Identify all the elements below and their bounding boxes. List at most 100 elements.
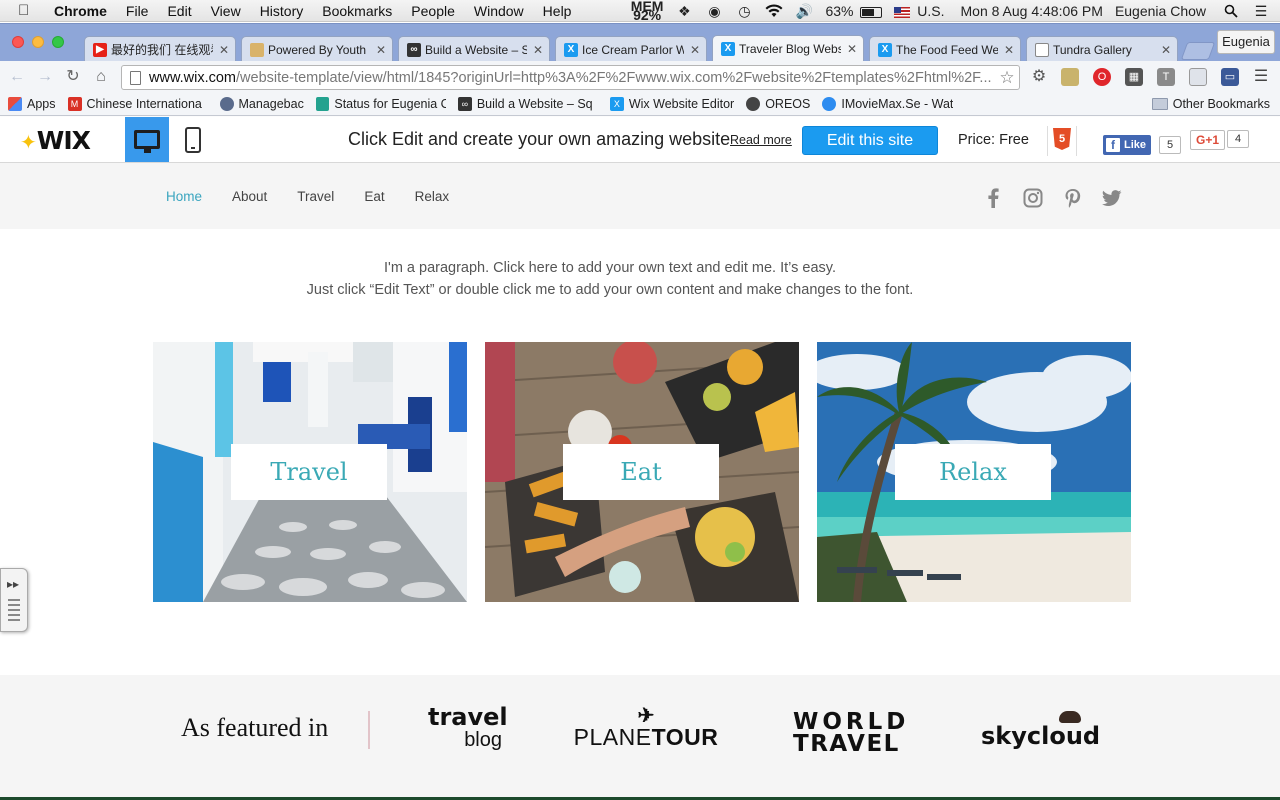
side-panel-handle[interactable]: ▸▸: [0, 568, 28, 632]
menu-people[interactable]: People: [411, 3, 455, 19]
other-bookmarks[interactable]: Other Bookmarks: [1151, 97, 1270, 111]
card-eat[interactable]: Eat: [485, 342, 799, 602]
edit-this-site-button[interactable]: Edit this site: [802, 126, 938, 155]
card-label-eat[interactable]: Eat: [563, 444, 719, 500]
menu-help[interactable]: Help: [543, 3, 572, 19]
menu-window[interactable]: Window: [474, 3, 524, 19]
volume-icon[interactable]: 🔊: [795, 4, 813, 18]
site-body: I'm a paragraph. Click here to add your …: [0, 229, 1280, 675]
us-flag-icon: [894, 6, 911, 18]
nav-about[interactable]: About: [232, 189, 267, 204]
turtle-icon[interactable]: ◉: [705, 4, 723, 18]
menu-bookmarks[interactable]: Bookmarks: [322, 3, 392, 19]
browser-tab[interactable]: Powered By Youth F ✕: [241, 36, 393, 62]
tab-close-icon[interactable]: ✕: [533, 43, 543, 57]
home-icon[interactable]: ⌂: [90, 66, 112, 88]
instagram-icon[interactable]: [1022, 187, 1044, 209]
desktop-view-button[interactable]: [125, 117, 169, 162]
new-tab-button[interactable]: [1180, 42, 1216, 60]
brand-skycloud-logo: skycloud: [981, 711, 1100, 749]
address-bar[interactable]: www.wix.com/website-template/view/html/1…: [121, 65, 1020, 90]
tab-close-icon[interactable]: ✕: [1004, 43, 1014, 57]
nav-eat[interactable]: Eat: [364, 189, 384, 204]
google-plus-button[interactable]: G+1: [1190, 130, 1226, 150]
tab-title: Powered By Youth F: [268, 42, 370, 57]
extension-icon[interactable]: [1061, 68, 1079, 86]
twitter-icon[interactable]: [1101, 187, 1123, 209]
facebook-icon[interactable]: [982, 187, 1004, 209]
window-close-button[interactable]: [12, 36, 24, 48]
time-machine-icon[interactable]: ◷: [735, 4, 753, 18]
reload-icon[interactable]: ↻: [62, 66, 84, 88]
notification-center-icon[interactable]: ☰: [1252, 4, 1270, 18]
bookmark-item[interactable]: IMovieMax.Se - Wat: [822, 97, 962, 111]
card-relax[interactable]: Relax: [817, 342, 1131, 602]
google-plus-count: 4: [1227, 130, 1249, 148]
menu-app-chrome[interactable]: Chrome: [54, 3, 107, 19]
memory-indicator[interactable]: MEM 92%: [631, 0, 664, 22]
tab-close-icon[interactable]: ✕: [376, 43, 386, 57]
menubar-clock[interactable]: Mon 8 Aug 4:48:06 PM: [961, 3, 1103, 19]
card-travel[interactable]: Travel: [153, 342, 467, 602]
profile-button[interactable]: Eugenia: [1217, 30, 1275, 54]
gamepad-icon[interactable]: ❖: [675, 4, 693, 18]
expand-arrows-icon: ▸▸: [7, 577, 20, 591]
tab-close-icon[interactable]: ✕: [690, 43, 700, 57]
tab-close-icon[interactable]: ✕: [847, 42, 857, 56]
spotlight-search-icon[interactable]: [1222, 4, 1240, 18]
menu-history[interactable]: History: [260, 3, 304, 19]
intro-paragraph[interactable]: I'm a paragraph. Click here to add your …: [0, 257, 1220, 301]
wix-star-icon: ✦: [20, 130, 37, 154]
bookmark-item[interactable]: Status for Eugenia C: [315, 97, 446, 111]
oreo-icon: [746, 97, 761, 111]
tab-close-icon[interactable]: ✕: [1161, 43, 1171, 57]
window-minimize-button[interactable]: [32, 36, 44, 48]
text-extension-icon[interactable]: T: [1157, 68, 1175, 86]
bookmark-item[interactable]: Managebac: [219, 97, 304, 111]
browser-tab[interactable]: ▶ 最好的我们 在线观看 ✕: [84, 36, 236, 62]
bookmarks-bar: Apps M Chinese Internationa Managebac St…: [0, 93, 1280, 116]
nav-home[interactable]: Home: [166, 189, 202, 204]
reader-extension-icon[interactable]: ▭: [1221, 68, 1239, 86]
facebook-like-button[interactable]: f Like: [1103, 135, 1152, 155]
browser-tab[interactable]: ∞ Build a Website – Sq ✕: [398, 36, 550, 62]
address-url[interactable]: www.wix.com/website-template/view/html/1…: [149, 70, 995, 86]
menu-edit[interactable]: Edit: [167, 3, 191, 19]
forward-arrow-icon[interactable]: →: [34, 66, 56, 88]
bookmark-item[interactable]: M Chinese Internationa: [67, 97, 208, 111]
wix-logo[interactable]: ✦WIX: [20, 126, 91, 155]
url-path: /website-template/view/html/1845?originU…: [236, 69, 992, 86]
extension-puzzle-icon[interactable]: ▦: [1125, 68, 1143, 86]
menubar-user[interactable]: Eugenia Chow: [1115, 3, 1206, 19]
read-more-link[interactable]: Read more: [730, 133, 792, 147]
wifi-icon[interactable]: [765, 4, 783, 18]
page-info-icon[interactable]: [130, 70, 141, 85]
browser-tab-active[interactable]: X Traveler Blog Websi ✕: [712, 35, 864, 62]
opera-icon[interactable]: O: [1093, 68, 1111, 86]
browser-tab[interactable]: X Ice Cream Parlor We ✕: [555, 36, 707, 62]
tab-close-icon[interactable]: ✕: [219, 43, 229, 57]
bookmark-item[interactable]: OREOS: [746, 97, 810, 111]
screenshot-extension-icon[interactable]: [1189, 68, 1207, 86]
menu-view[interactable]: View: [211, 3, 241, 19]
card-label-travel[interactable]: Travel: [231, 444, 387, 500]
nav-travel[interactable]: Travel: [297, 189, 334, 204]
bookmark-item[interactable]: X Wix Website Editor: [609, 97, 734, 111]
browser-tab[interactable]: X The Food Feed Web ✕: [869, 36, 1021, 62]
card-label-relax[interactable]: Relax: [895, 444, 1051, 500]
window-zoom-button[interactable]: [52, 36, 64, 48]
bookmark-item[interactable]: ∞ Build a Website – Sq: [457, 97, 598, 111]
nav-relax[interactable]: Relax: [415, 189, 450, 204]
mobile-view-icon[interactable]: [185, 127, 201, 153]
chrome-menu-icon[interactable]: ☰: [1252, 68, 1270, 86]
browser-tab[interactable]: Tundra Gallery ✕: [1026, 36, 1178, 62]
pinterest-icon[interactable]: [1062, 187, 1084, 209]
bookmark-star-icon[interactable]: ☆: [995, 68, 1019, 88]
settings-gear-icon[interactable]: ⚙: [1030, 68, 1048, 86]
input-source[interactable]: U.S.: [894, 3, 945, 19]
apple-menu-icon[interactable]: : [18, 2, 36, 19]
back-arrow-icon[interactable]: ←: [6, 66, 28, 88]
menu-file[interactable]: File: [126, 3, 149, 19]
bookmark-apps[interactable]: Apps: [8, 97, 56, 111]
battery-status[interactable]: 63%: [825, 3, 883, 19]
